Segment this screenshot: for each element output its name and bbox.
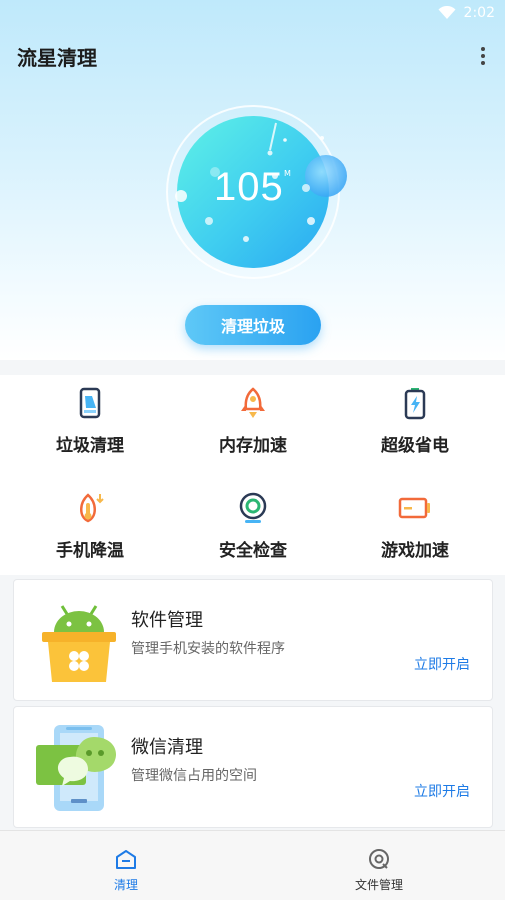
status-time: 2:02 (463, 5, 495, 21)
clean-tab-icon (116, 850, 136, 869)
feature-label: 游戏加速 (381, 541, 449, 561)
feature-label: 安全检查 (219, 541, 287, 561)
card-title: 软件管理 (131, 610, 203, 631)
junk-clean-icon (79, 387, 101, 419)
feature-battery-saver[interactable]: 超级省电 (335, 380, 495, 470)
android-app-icon (42, 605, 116, 682)
open-now-link[interactable]: 立即开启 (414, 654, 470, 674)
clean-junk-button[interactable]: 清理垃圾 (185, 305, 321, 345)
tab-clean[interactable]: 清理 (76, 847, 176, 893)
cool-down-icon (80, 493, 104, 523)
card-description: 管理手机安装的软件程序 (131, 641, 285, 657)
card-wechat-clean[interactable]: 微信清理 管理微信占用的空间 立即开启 (13, 706, 493, 828)
feature-label: 内存加速 (219, 436, 287, 456)
feature-junk-clean[interactable]: 垃圾清理 (10, 380, 170, 470)
feature-cool-down[interactable]: 手机降温 (10, 485, 170, 575)
status-bar: 2:02 (0, 0, 505, 26)
wifi-icon (438, 6, 456, 19)
tab-file-manage[interactable]: 文件管理 (329, 847, 429, 893)
tab-label: 清理 (113, 878, 138, 892)
rocket-boost-icon (241, 387, 265, 418)
feature-grid: 垃圾清理 内存加速 超级省电 手机降温 安全检查 游戏加速 (0, 375, 505, 575)
more-vertical-icon[interactable] (473, 44, 493, 68)
feature-label: 垃圾清理 (56, 436, 124, 456)
wechat-clean-icon (36, 725, 117, 811)
security-check-icon (239, 492, 267, 523)
game-boost-icon (398, 497, 430, 519)
card-title: 微信清理 (131, 737, 203, 758)
junk-size-unit: M (284, 169, 291, 178)
feature-game-boost[interactable]: 游戏加速 (335, 485, 495, 575)
battery-saver-icon (404, 388, 426, 420)
file-manage-icon (369, 849, 389, 869)
page-title: 流星清理 (17, 46, 97, 70)
feature-label: 超级省电 (381, 436, 449, 456)
bottom-nav: 清理 文件管理 (0, 830, 505, 900)
tab-label: 文件管理 (354, 878, 403, 892)
junk-size-value: 105 (214, 165, 284, 209)
feature-security-check[interactable]: 安全检查 (173, 485, 333, 575)
feature-label: 手机降温 (56, 541, 124, 561)
card-app-management[interactable]: 软件管理 管理手机安装的软件程序 立即开启 (13, 579, 493, 701)
open-now-link[interactable]: 立即开启 (414, 781, 470, 801)
feature-memory-boost[interactable]: 内存加速 (173, 380, 333, 470)
card-description: 管理微信占用的空间 (131, 768, 257, 784)
